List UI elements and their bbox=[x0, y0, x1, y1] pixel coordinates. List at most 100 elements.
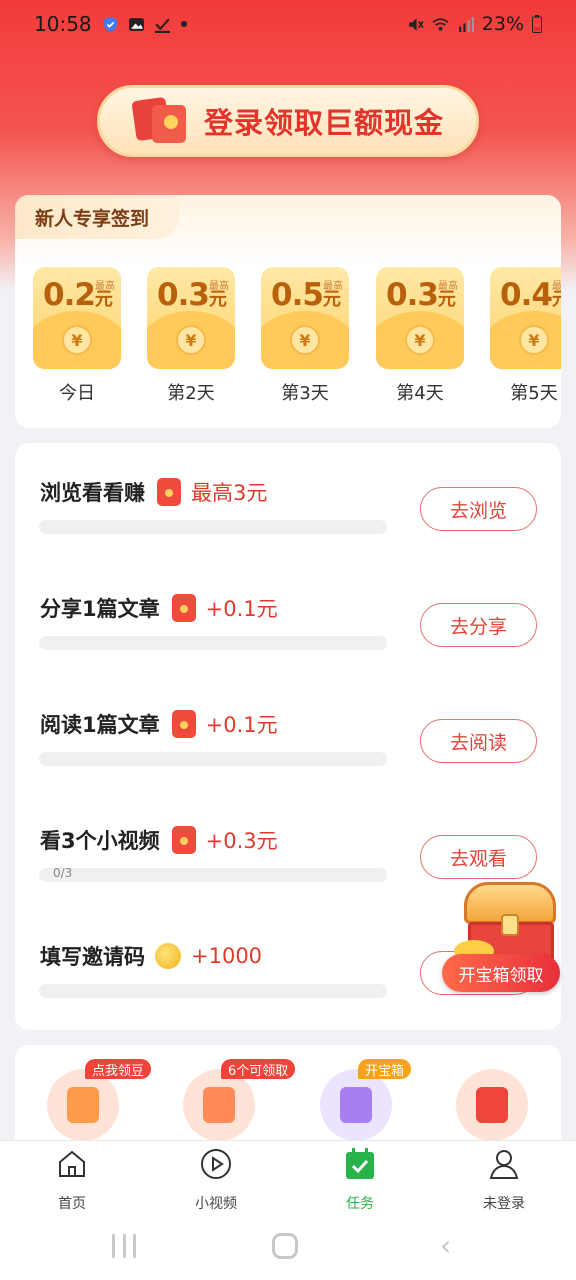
login-reward-banner[interactable]: 登录领取巨额现金 bbox=[97, 85, 479, 157]
home-nav-icon[interactable] bbox=[272, 1233, 298, 1259]
check-icon bbox=[154, 17, 170, 33]
tab-label: 未登录 bbox=[483, 1196, 525, 1212]
yen-icon: ¥ bbox=[405, 325, 435, 355]
checkin-day[interactable]: 最高 0.3元 ¥ 第2天 bbox=[147, 267, 235, 405]
checkin-day-label: 第3天 bbox=[281, 383, 329, 404]
task-reward: 最高3元 bbox=[191, 481, 268, 505]
share-arrow-icon bbox=[67, 1087, 99, 1123]
red-packet-icon bbox=[171, 710, 196, 738]
task-title: 填写邀请码 bbox=[40, 945, 145, 969]
checkin-day[interactable]: 最高 0.2元 ¥ 今日 bbox=[33, 267, 121, 405]
recents-icon[interactable] bbox=[112, 1234, 136, 1258]
checkin-unit: 元 bbox=[551, 289, 561, 310]
open-treasure-button[interactable]: 开宝箱领取 bbox=[442, 954, 560, 992]
tab-short-video[interactable]: 小视频 bbox=[161, 1147, 271, 1213]
go-read-button[interactable]: 去阅读 bbox=[420, 719, 537, 763]
red-packet-icon bbox=[171, 826, 196, 854]
tab-label: 首页 bbox=[58, 1196, 86, 1212]
task-title: 阅读1篇文章 bbox=[40, 713, 160, 737]
task-progress-bar bbox=[39, 752, 387, 766]
checkin-amount: 0.5 bbox=[271, 277, 324, 313]
checkin-unit: 元 bbox=[437, 289, 456, 310]
home-icon bbox=[59, 1150, 85, 1177]
task-progress-text: 0/3 bbox=[53, 866, 73, 880]
checkin-unit: 元 bbox=[322, 289, 341, 310]
shield-icon bbox=[103, 16, 117, 32]
checkin-title: 新人专享签到 bbox=[15, 195, 180, 239]
tab-label: 任务 bbox=[346, 1196, 374, 1212]
user-icon bbox=[489, 1150, 519, 1179]
user-envelope-icon bbox=[203, 1087, 235, 1123]
play-icon bbox=[201, 1149, 231, 1179]
battery-percent: 23% bbox=[481, 13, 524, 35]
shortcut-badge: 点我领豆 bbox=[85, 1059, 152, 1079]
red-packet-card: 最高 0.5元 ¥ bbox=[261, 267, 349, 369]
checkin-amount: 0.2 bbox=[43, 277, 96, 313]
checkin-days: 最高 0.2元 ¥ 今日 最高 0.3元 ¥ 第2天 最高 0.5元 ¥ 第3天 bbox=[33, 267, 561, 407]
go-share-button[interactable]: 去分享 bbox=[420, 603, 537, 647]
red-packet-shortcut[interactable] bbox=[456, 1069, 528, 1141]
checkin-day[interactable]: 最高 0.5元 ¥ 第3天 bbox=[261, 267, 349, 405]
checkin-day-label: 第4天 bbox=[396, 383, 444, 404]
task-reward: +0.1元 bbox=[205, 597, 278, 621]
dot-icon bbox=[180, 21, 187, 27]
document-icon bbox=[340, 1087, 372, 1123]
shortcut-badge: 6个可领取 bbox=[221, 1059, 296, 1079]
tab-profile[interactable]: 未登录 bbox=[449, 1147, 559, 1213]
task-reward: +1000 bbox=[191, 944, 263, 968]
red-packet-icon bbox=[157, 478, 181, 506]
treasure-shortcut[interactable]: 开宝箱 bbox=[320, 1059, 412, 1141]
yen-icon: ¥ bbox=[519, 325, 549, 355]
red-packet-icon bbox=[171, 594, 196, 622]
coin-icon bbox=[155, 943, 181, 969]
task-title: 浏览看看赚 bbox=[40, 481, 145, 505]
task-reward: +0.1元 bbox=[205, 713, 278, 737]
invite-shortcut[interactable]: 6个可领取 bbox=[183, 1059, 296, 1141]
task-calendar-icon bbox=[346, 1148, 374, 1179]
yen-packet-icon bbox=[476, 1087, 508, 1123]
go-browse-button[interactable]: 去浏览 bbox=[420, 487, 537, 531]
yen-icon: ¥ bbox=[62, 325, 92, 355]
red-packet-card: 最高 0.3元 ¥ bbox=[147, 267, 235, 369]
shortcut-bar: 点我领豆 6个可领取 开宝箱 bbox=[15, 1045, 561, 1155]
checkin-amount: 0.4 bbox=[500, 277, 553, 313]
tab-label: 小视频 bbox=[195, 1196, 237, 1212]
task-title: 分享1篇文章 bbox=[40, 597, 160, 621]
login-banner-text: 登录领取巨额现金 bbox=[204, 106, 445, 140]
checkin-day[interactable]: 最高 0.4元 ¥ 第5天 bbox=[490, 267, 561, 405]
red-packets-icon bbox=[131, 96, 190, 143]
checkin-unit: 元 bbox=[94, 289, 113, 310]
tab-tasks[interactable]: 任务 bbox=[305, 1147, 415, 1213]
checkin-card: 新人专享签到 最高 0.2元 ¥ 今日 最高 0.3元 ¥ 第2天 最高 0.5… bbox=[15, 195, 561, 428]
task-progress-bar: 0/3 bbox=[39, 866, 387, 882]
chest-lock-icon bbox=[501, 914, 519, 936]
image-icon bbox=[128, 17, 144, 31]
checkin-day[interactable]: 最高 0.3元 ¥ 第4天 bbox=[376, 267, 464, 405]
red-packet-card: 最高 0.4元 ¥ bbox=[490, 267, 561, 369]
task-row-share: 分享1篇文章 +0.1元 去分享 bbox=[15, 593, 561, 673]
checkin-amount: 0.3 bbox=[386, 277, 439, 313]
bean-shortcut[interactable]: 点我领豆 bbox=[47, 1059, 152, 1141]
task-row-browse: 浏览看看赚 最高3元 去浏览 bbox=[15, 477, 561, 557]
task-row-read: 阅读1篇文章 +0.1元 去阅读 bbox=[15, 709, 561, 789]
task-progress-bar bbox=[39, 636, 387, 650]
go-watch-button[interactable]: 去观看 bbox=[420, 835, 537, 879]
back-icon[interactable]: ‹ bbox=[440, 1232, 451, 1260]
task-title: 看3个小视频 bbox=[40, 829, 160, 853]
mute-icon bbox=[408, 17, 424, 31]
system-nav-bar: ‹ bbox=[0, 1220, 576, 1280]
battery-icon bbox=[532, 15, 542, 33]
treasure-chest[interactable]: 开宝箱领取 bbox=[442, 880, 562, 1000]
yen-icon: ¥ bbox=[290, 325, 320, 355]
checkin-unit: 元 bbox=[208, 289, 227, 310]
checkin-amount: 0.3 bbox=[157, 277, 210, 313]
status-time: 10:58 bbox=[34, 12, 92, 36]
signal-icon bbox=[458, 16, 474, 32]
status-bar: 10:58 23% bbox=[0, 0, 576, 48]
red-packet-card: 最高 0.3元 ¥ bbox=[376, 267, 464, 369]
red-packet-card: 最高 0.2元 ¥ bbox=[33, 267, 121, 369]
yen-icon: ¥ bbox=[176, 325, 206, 355]
wifi-icon bbox=[432, 17, 449, 31]
task-reward: +0.3元 bbox=[205, 829, 278, 853]
tab-home[interactable]: 首页 bbox=[17, 1147, 127, 1213]
